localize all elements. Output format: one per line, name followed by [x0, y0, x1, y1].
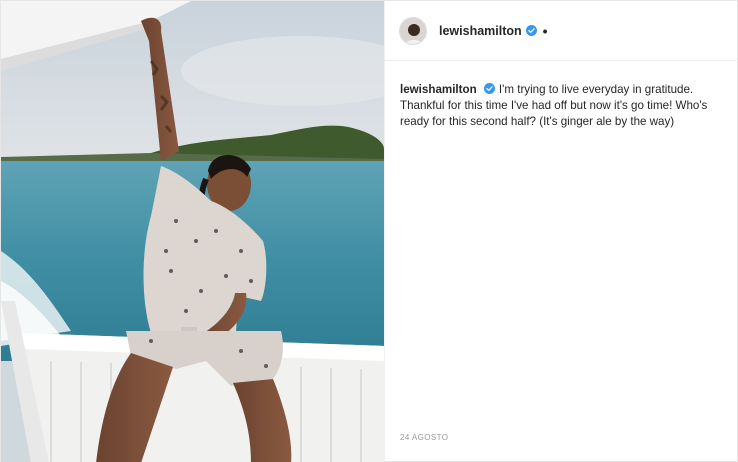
- boat-photo-image: [1, 1, 384, 462]
- caption-verified-badge-icon: [483, 83, 495, 94]
- instagram-post: lewishamilton • lewishamilton I'm trying…: [0, 0, 738, 462]
- post-header: lewishamilton •: [385, 1, 738, 61]
- header-separator: •: [542, 22, 548, 39]
- post-date[interactable]: 24 AGOSTO: [400, 433, 448, 442]
- header-username[interactable]: lewishamilton: [439, 24, 522, 38]
- post-details-panel: lewishamilton • lewishamilton I'm trying…: [384, 1, 738, 462]
- post-photo[interactable]: [1, 1, 384, 462]
- verified-badge-icon: [525, 25, 537, 36]
- avatar-image: [400, 17, 426, 44]
- avatar[interactable]: [399, 16, 427, 45]
- post-caption: lewishamilton I'm trying to live everyda…: [400, 82, 730, 130]
- caption-username[interactable]: lewishamilton: [400, 83, 477, 96]
